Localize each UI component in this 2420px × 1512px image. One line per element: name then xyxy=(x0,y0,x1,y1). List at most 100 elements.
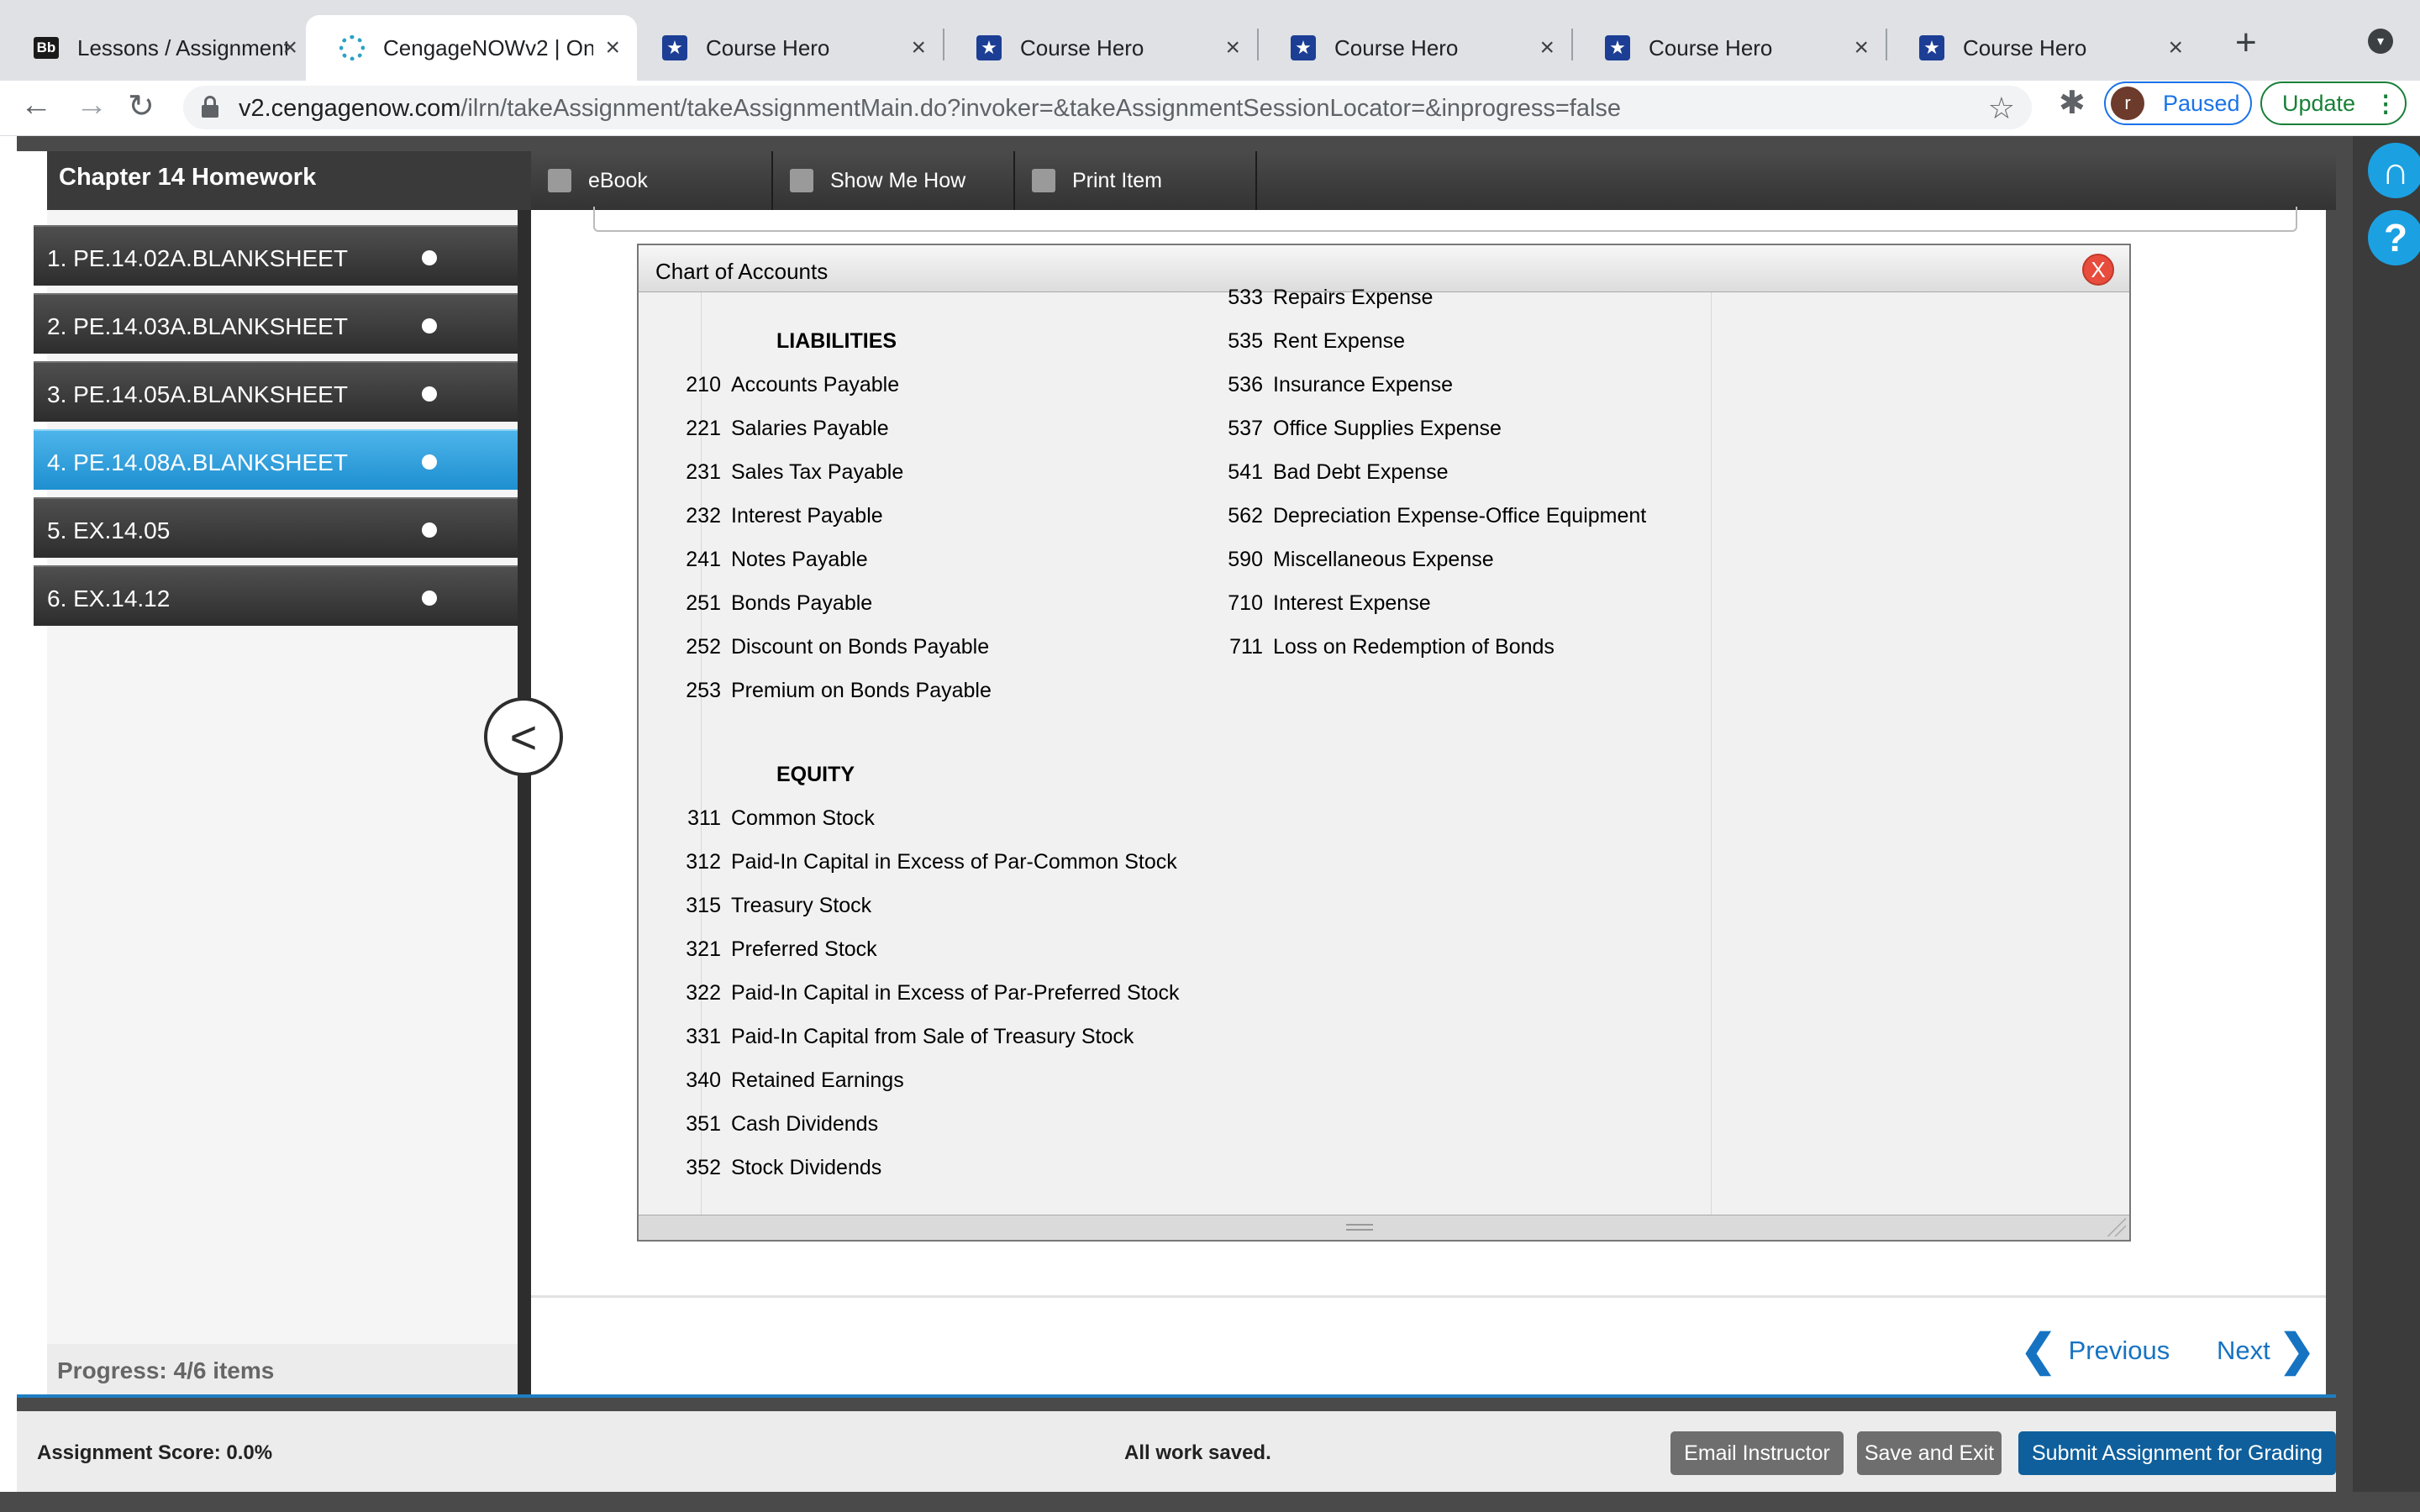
headset-support-icon[interactable]: ∩ xyxy=(2368,143,2420,198)
tab-close-icon[interactable]: × xyxy=(911,34,926,62)
account-row: 711 Loss on Redemption of Bonds xyxy=(1218,635,1555,659)
account-row: 537 Office Supplies Expense xyxy=(1218,417,1502,441)
account-row: 241 Notes Payable xyxy=(676,548,867,572)
account-number: 710 xyxy=(1228,591,1263,615)
account-row: 590 Miscellaneous Expense xyxy=(1218,548,1494,572)
account-name: Office Supplies Expense xyxy=(1273,417,1502,440)
account-number: 352 xyxy=(686,1156,721,1179)
account-number: 562 xyxy=(1228,504,1263,528)
account-number: 533 xyxy=(1228,286,1263,309)
tab-close-icon[interactable]: × xyxy=(1854,34,1869,62)
account-row: 331 Paid-In Capital from Sale of Treasury… xyxy=(676,1025,1134,1049)
chevron-left-icon: ❮ xyxy=(2020,1326,2057,1375)
drag-grip-icon[interactable] xyxy=(1346,1224,1373,1231)
account-name: Common Stock xyxy=(731,806,875,830)
back-button[interactable]: ← xyxy=(20,87,52,123)
account-name: Insurance Expense xyxy=(1273,373,1454,396)
next-button[interactable]: Next ❯ xyxy=(2217,1326,2315,1376)
account-name: Paid-In Capital from Sale of Treasury St… xyxy=(731,1025,1134,1048)
left-gutter xyxy=(0,136,17,1512)
account-row: 533 Repairs Expense xyxy=(1218,286,1433,310)
account-row: 562 Depreciation Expense-Office Equipment xyxy=(1218,504,1646,528)
accounts-list: LIABILITIES EQUITY 210 Accounts Payable 22… xyxy=(639,286,2129,1216)
url-text[interactable]: v2.cengagenow.com/ilrn/takeAssignment/ta… xyxy=(239,95,1621,123)
update-label: Update xyxy=(2282,90,2356,116)
collapse-sidebar-button[interactable]: < xyxy=(484,697,563,776)
save-and-exit-button[interactable]: Save and Exit xyxy=(1857,1431,2002,1475)
kebab-menu-icon: ⋮ xyxy=(2374,90,2398,117)
coursehero-icon-glyph: ★ xyxy=(662,35,687,60)
tab-title: CengageNOWv2 | Onl xyxy=(383,34,593,60)
browser-tab[interactable]: ★ Course Hero × xyxy=(943,15,1257,81)
account-number: 231 xyxy=(686,460,721,484)
account-name: Miscellaneous Expense xyxy=(1273,548,1494,571)
tab-close-icon[interactable]: × xyxy=(1539,34,1555,62)
account-number: 590 xyxy=(1228,548,1263,571)
tab-title: Lessons / Assignment xyxy=(77,34,287,60)
account-name: Interest Payable xyxy=(731,504,883,528)
update-button[interactable]: Update ⋮ xyxy=(2260,81,2407,125)
browser-tab[interactable]: ★ Course Hero × xyxy=(1571,15,1886,81)
account-row: 210 Accounts Payable xyxy=(676,373,899,397)
print-item-label: Print Item xyxy=(1072,168,1162,192)
close-icon[interactable]: X xyxy=(2082,254,2114,286)
resize-handle-icon[interactable] xyxy=(2107,1218,2126,1236)
reload-button[interactable]: ↻ xyxy=(128,87,155,125)
browser-tab[interactable]: ★ Course Hero × xyxy=(629,15,943,81)
ebook-button[interactable]: eBook xyxy=(531,151,773,210)
profile-paused-button[interactable]: r Paused xyxy=(2104,81,2252,125)
browser-tab[interactable]: CengageNOWv2 | Onl × xyxy=(306,15,637,81)
question-item[interactable]: 6. EX.14.12 xyxy=(34,565,518,626)
help-question-icon[interactable]: ? xyxy=(2368,210,2420,265)
browser-tab[interactable]: ★ Course Hero × xyxy=(1886,15,2200,81)
tab-title: Course Hero xyxy=(1963,34,2087,60)
submit-assignment-button[interactable]: Submit Assignment for Grading xyxy=(2018,1431,2336,1475)
show-me-how-button[interactable]: Show Me How xyxy=(773,151,1015,210)
tab-close-icon[interactable]: × xyxy=(2168,34,2183,62)
forward-button[interactable]: → xyxy=(76,87,108,123)
new-tab-button[interactable]: + xyxy=(2235,22,2257,64)
extensions-puzzle-icon[interactable]: ✱ xyxy=(2059,84,2086,122)
address-bar[interactable]: v2.cengagenow.com/ilrn/takeAssignment/ta… xyxy=(183,86,2032,129)
url-path: /ilrn/takeAssignment/takeAssignmentMain.… xyxy=(460,95,1622,122)
account-number: 312 xyxy=(686,850,721,874)
print-item-button[interactable]: Print Item xyxy=(1015,151,1257,210)
account-number: 315 xyxy=(686,894,721,917)
tab-close-icon[interactable]: × xyxy=(282,34,297,62)
question-label: 2. PE.14.03A.BLANKSHEET xyxy=(47,313,348,339)
tab-close-icon[interactable]: × xyxy=(605,34,620,62)
tab-search-button[interactable]: ▾ xyxy=(2368,29,2393,54)
question-item[interactable]: 4. PE.14.08A.BLANKSHEET xyxy=(34,429,518,490)
coursehero-icon-glyph: ★ xyxy=(1605,35,1630,60)
avatar: r xyxy=(2111,87,2144,120)
assignment-score: Assignment Score: 0.0% xyxy=(37,1441,273,1464)
account-number: 232 xyxy=(686,504,721,528)
question-item[interactable]: 3. PE.14.05A.BLANKSHEET xyxy=(34,361,518,422)
ebook-label: eBook xyxy=(588,168,648,192)
account-name: Interest Expense xyxy=(1273,591,1431,615)
question-item[interactable]: 1. PE.14.02A.BLANKSHEET xyxy=(34,225,518,286)
question-item[interactable]: 2. PE.14.03A.BLANKSHEET xyxy=(34,293,518,354)
tab-close-icon[interactable]: × xyxy=(1225,34,1240,62)
previous-button[interactable]: ❮ Previous xyxy=(2020,1326,2170,1376)
account-name: Loss on Redemption of Bonds xyxy=(1273,635,1555,659)
status-dot-icon xyxy=(422,591,437,606)
browser-tab[interactable]: Bb Lessons / Assignment × xyxy=(0,15,314,81)
account-name: Sales Tax Payable xyxy=(731,460,904,484)
question-item[interactable]: 5. EX.14.05 xyxy=(34,497,518,558)
account-name: Stock Dividends xyxy=(731,1156,882,1179)
account-number: 331 xyxy=(686,1025,721,1048)
blackboard-icon: Bb xyxy=(34,35,59,60)
lock-icon[interactable] xyxy=(202,96,218,118)
account-number: 322 xyxy=(686,981,721,1005)
email-instructor-button[interactable]: Email Instructor xyxy=(1670,1431,1844,1475)
coursehero-icon-glyph: ★ xyxy=(976,35,1002,60)
coursehero-icon: ★ xyxy=(976,35,1002,60)
status-bar: Assignment Score: 0.0% All work saved. E… xyxy=(17,1411,2336,1492)
browser-tab[interactable]: ★ Course Hero × xyxy=(1257,15,1571,81)
bookmark-star-icon[interactable]: ☆ xyxy=(1988,91,2015,126)
coursehero-icon: ★ xyxy=(1919,35,1944,60)
account-name: Bad Debt Expense xyxy=(1273,460,1449,484)
account-name: Treasury Stock xyxy=(731,894,872,917)
coursehero-icon-glyph: ★ xyxy=(1919,35,1944,60)
